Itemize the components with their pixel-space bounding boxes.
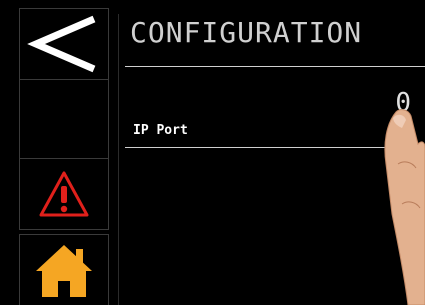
sidebar — [0, 0, 112, 305]
title-divider — [125, 66, 425, 67]
pointing-finger — [384, 109, 425, 305]
sidebar-divider — [118, 14, 119, 305]
home-button[interactable] — [19, 234, 109, 305]
warning-triangle-icon — [39, 171, 89, 217]
back-button[interactable] — [19, 8, 109, 80]
page-title: CONFIGURATION — [130, 16, 363, 49]
home-icon — [36, 245, 92, 297]
sidebar-spacer — [19, 80, 109, 158]
alarm-button[interactable] — [19, 158, 109, 230]
back-chevron-icon — [27, 15, 96, 73]
ip-port-label: IP Port — [133, 123, 188, 138]
